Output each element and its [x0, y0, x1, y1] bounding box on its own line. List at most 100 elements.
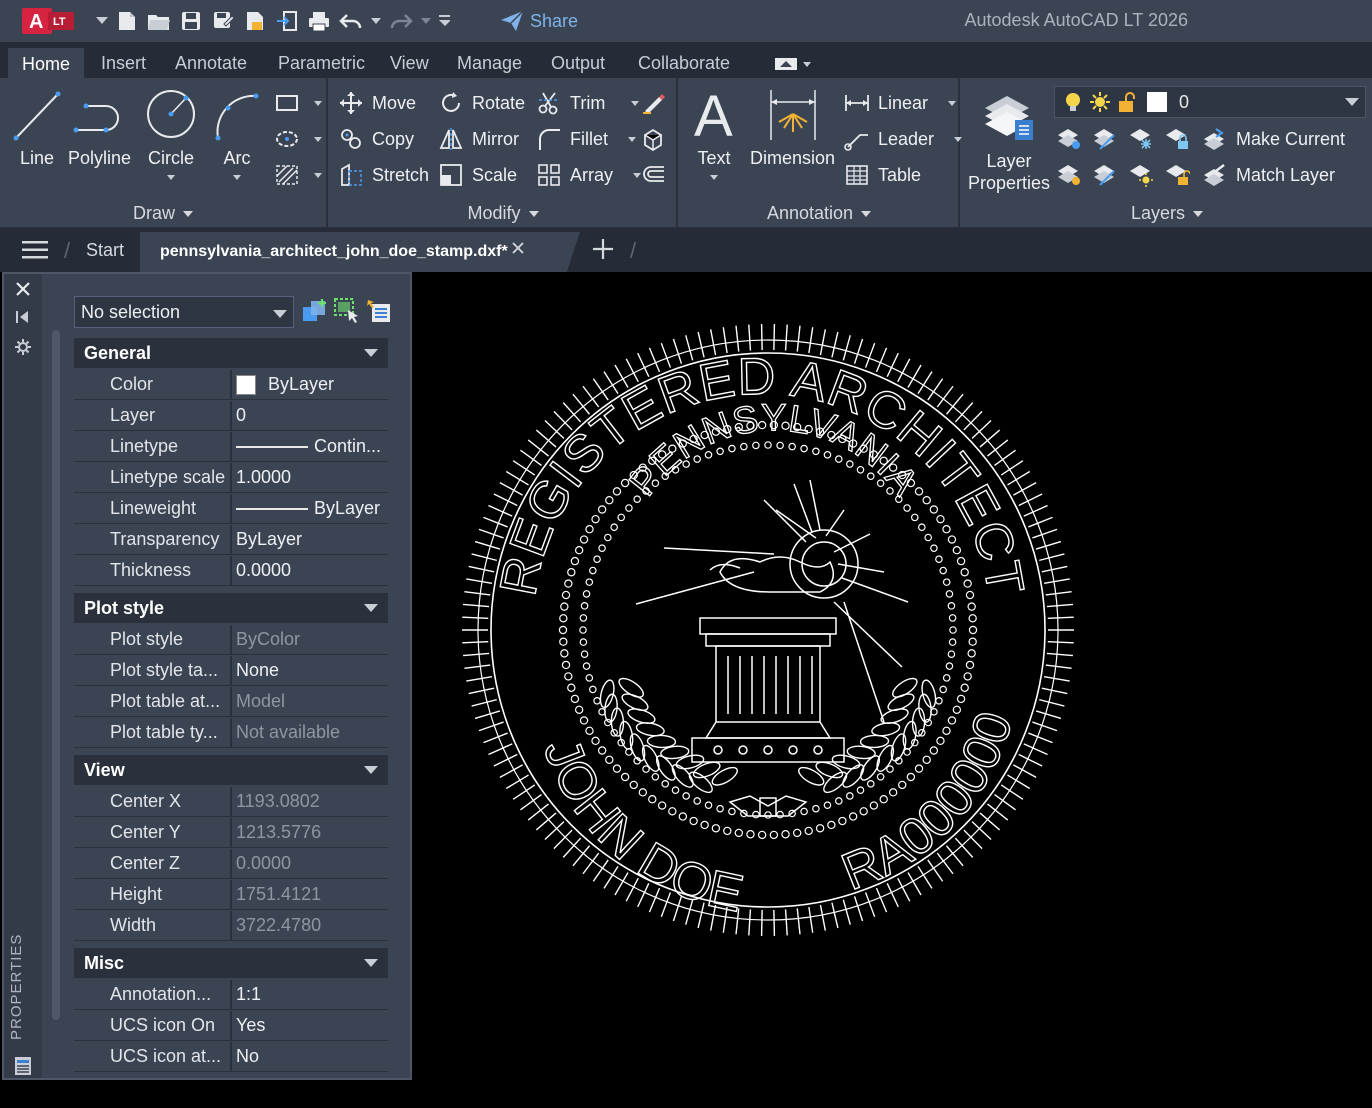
layer-isolate-button[interactable] — [1056, 124, 1082, 154]
layer-unisolate-button[interactable] — [1056, 160, 1082, 190]
offset-button[interactable] — [640, 160, 666, 190]
hamburger-menu-icon[interactable] — [22, 240, 48, 260]
redo-dropdown-icon[interactable] — [420, 8, 432, 34]
tab-parametric[interactable]: Parametric — [278, 48, 365, 78]
property-row[interactable]: Lineweight ByLayer — [74, 494, 388, 525]
property-value[interactable]: ByLayer — [230, 525, 388, 555]
linear-button[interactable]: Linear — [844, 88, 957, 118]
property-row[interactable]: Linetype Contin... — [74, 432, 388, 463]
make-current-button[interactable]: Make Current — [1202, 124, 1345, 154]
erase-button[interactable] — [640, 88, 666, 118]
array-button[interactable]: Array — [536, 160, 642, 190]
property-value[interactable]: Not available — [230, 718, 388, 748]
property-value[interactable]: 1751.4121 — [230, 880, 388, 910]
layers-panel-title[interactable]: Layers — [962, 203, 1372, 224]
selection-dropdown[interactable]: No selection — [74, 296, 294, 328]
collapse-chevron-icon[interactable] — [364, 604, 378, 612]
layer-previous-button[interactable] — [1092, 160, 1118, 190]
redo-icon[interactable] — [388, 8, 414, 34]
stretch-button[interactable]: Stretch — [338, 160, 429, 190]
property-row[interactable]: Transparency ByLayer — [74, 525, 388, 556]
property-value[interactable]: ByColor — [230, 625, 388, 655]
tab-manage[interactable]: Manage — [457, 48, 522, 78]
property-row[interactable]: Center Y 1213.5776 — [74, 818, 388, 849]
modify-panel-title[interactable]: Modify — [330, 203, 676, 224]
property-value[interactable]: 1:1 — [230, 980, 388, 1010]
property-row[interactable]: Plot style ByColor — [74, 625, 388, 656]
auto-hide-icon[interactable] — [14, 308, 32, 326]
property-row[interactable]: Thickness 0.0000 — [74, 556, 388, 587]
palette-scrollbar[interactable] — [52, 330, 60, 1020]
collapse-chevron-icon[interactable] — [364, 766, 378, 774]
leader-button[interactable]: Leader — [844, 124, 963, 154]
section-header-plot-style[interactable]: Plot style — [74, 593, 388, 623]
property-row[interactable]: Center X 1193.0802 — [74, 787, 388, 818]
new-tab-plus-icon[interactable] — [590, 236, 616, 262]
toggle-pickadd-icon[interactable] — [302, 298, 328, 329]
publish-icon[interactable] — [242, 8, 268, 34]
property-value[interactable]: Yes — [230, 1011, 388, 1041]
select-objects-icon[interactable] — [334, 298, 360, 329]
move-button[interactable]: Move — [338, 88, 416, 118]
section-header-misc[interactable]: Misc — [74, 948, 388, 978]
tab-home[interactable]: Home — [8, 48, 85, 78]
copy-button[interactable]: Copy — [338, 124, 414, 154]
line-button[interactable]: Line — [12, 84, 62, 169]
drawing-canvas[interactable]: REGISTERED ARCHITECT PENNSYLVANIA JOHN D… — [414, 272, 1372, 1108]
layer-freeze-button[interactable] — [1128, 124, 1154, 154]
polyline-button[interactable]: Polyline — [68, 84, 131, 169]
collapse-chevron-icon[interactable] — [364, 959, 378, 967]
property-value[interactable]: ByLayer — [230, 494, 388, 524]
layer-properties-button[interactable]: Layer Properties — [968, 88, 1050, 194]
save-icon[interactable] — [178, 8, 204, 34]
property-row[interactable]: Plot table ty... Not available — [74, 718, 388, 749]
property-value[interactable]: 1193.0802 — [230, 787, 388, 817]
match-layer-button[interactable]: Match Layer — [1202, 160, 1335, 190]
property-row[interactable]: UCS icon at... No — [74, 1042, 388, 1073]
property-row[interactable]: Center Z 0.0000 — [74, 849, 388, 880]
tab-insert[interactable]: Insert — [101, 48, 146, 78]
properties-palette-icon[interactable] — [14, 1056, 32, 1075]
property-value[interactable]: 0.0000 — [230, 556, 388, 586]
customize-qat-icon[interactable] — [438, 8, 450, 34]
app-menu-button[interactable]: A LT — [22, 8, 82, 34]
fillet-button[interactable]: Fillet — [536, 124, 637, 154]
draw-panel-title[interactable]: Draw — [0, 203, 326, 224]
undo-dropdown-icon[interactable] — [370, 8, 382, 34]
property-value[interactable]: 1213.5776 — [230, 818, 388, 848]
plot-icon[interactable] — [306, 8, 332, 34]
circle-button[interactable]: Circle — [144, 84, 198, 180]
tab-start[interactable]: Start — [86, 240, 124, 261]
layer-thaw-button[interactable] — [1128, 160, 1154, 190]
collapse-chevron-icon[interactable] — [364, 349, 378, 357]
property-row[interactable]: Plot table at... Model — [74, 687, 388, 718]
explode-button[interactable] — [640, 124, 666, 154]
tab-collaborate[interactable]: Collaborate — [638, 48, 730, 78]
circle-dropdown[interactable] — [167, 175, 175, 180]
quick-select-icon[interactable] — [366, 298, 392, 329]
layer-match-button[interactable] — [1092, 124, 1118, 154]
dimension-button[interactable]: Dimension — [750, 84, 835, 169]
close-palette-icon[interactable] — [14, 280, 32, 298]
app-menu-dropdown[interactable] — [96, 8, 108, 34]
property-value[interactable]: Contin... — [230, 432, 388, 462]
property-row[interactable]: Height 1751.4121 — [74, 880, 388, 911]
table-button[interactable]: Table — [844, 160, 921, 190]
property-value[interactable]: None — [230, 656, 388, 686]
property-value[interactable]: Model — [230, 687, 388, 717]
property-row[interactable]: Layer 0 — [74, 401, 388, 432]
save-as-icon[interactable] — [210, 8, 236, 34]
property-row[interactable]: Width 3722.4780 — [74, 911, 388, 942]
text-button[interactable]: A Text — [692, 84, 736, 180]
arc-dropdown[interactable] — [233, 175, 241, 180]
property-value[interactable]: 0.0000 — [230, 849, 388, 879]
close-tab-icon[interactable] — [508, 238, 528, 258]
mirror-button[interactable]: Mirror — [438, 124, 519, 154]
tab-output[interactable]: Output — [551, 48, 605, 78]
property-row[interactable]: Color ByLayer — [74, 370, 388, 401]
property-value[interactable]: 0 — [230, 401, 388, 431]
open-folder-icon[interactable] — [146, 8, 172, 34]
text-dropdown[interactable] — [710, 175, 718, 180]
layer-lock-button[interactable] — [1164, 124, 1190, 154]
rotate-button[interactable]: Rotate — [438, 88, 525, 118]
